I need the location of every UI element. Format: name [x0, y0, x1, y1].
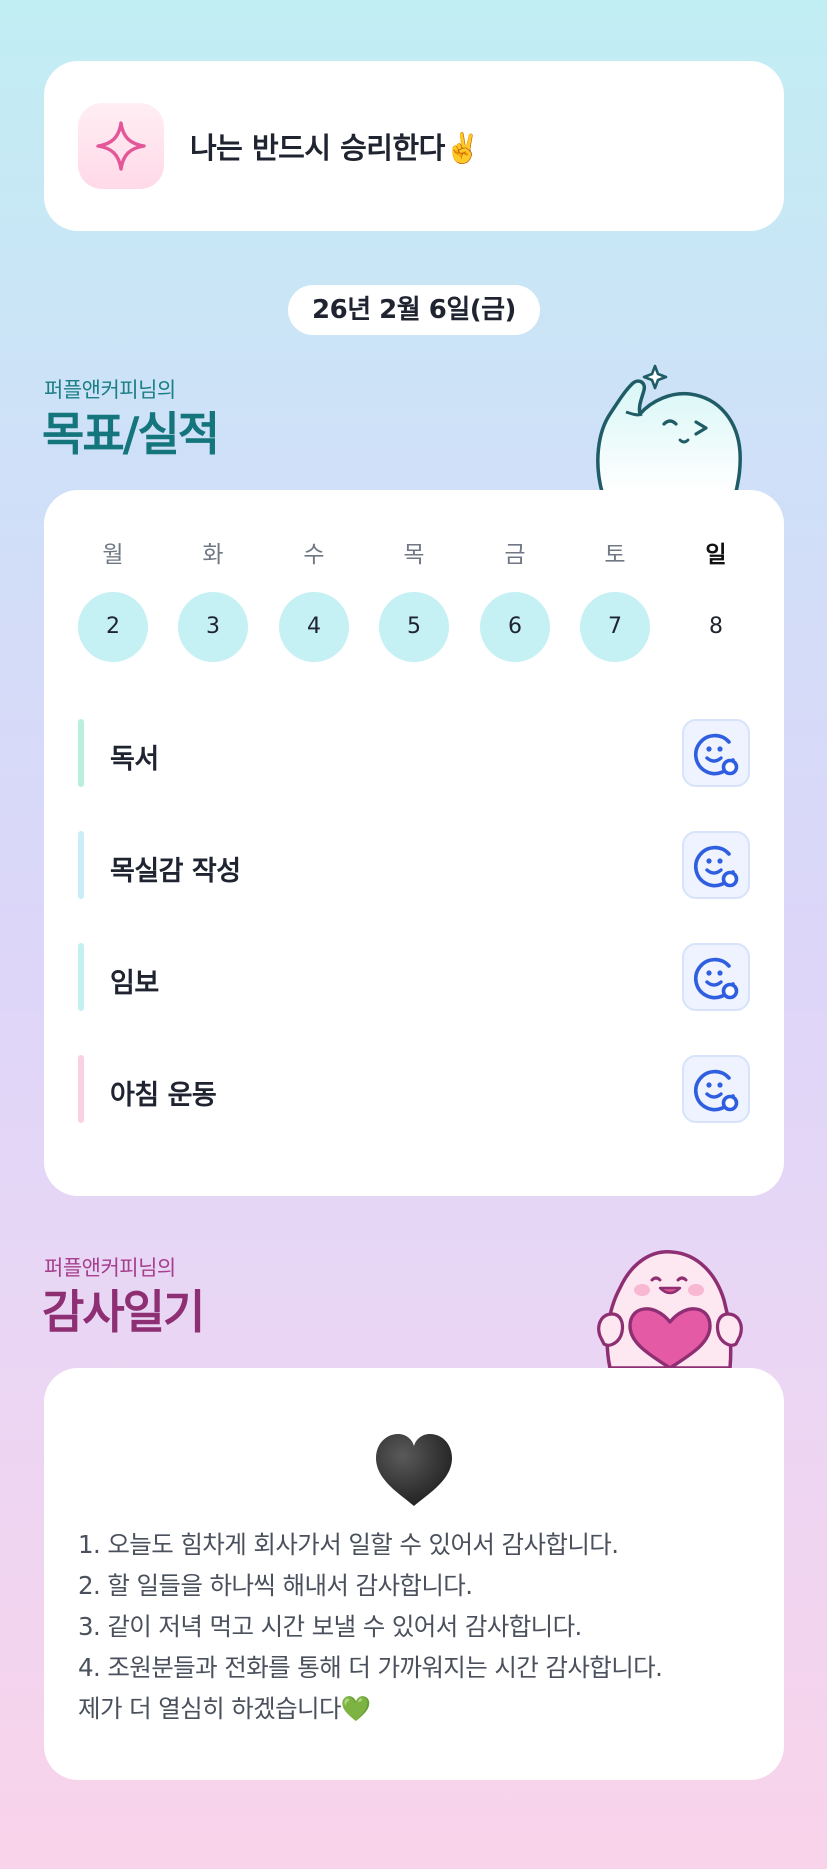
- task-color-bar: [78, 1055, 84, 1123]
- motto-card[interactable]: 나는 반드시 승리한다✌️: [44, 61, 784, 231]
- task-item[interactable]: 목실감 작성: [78, 829, 750, 901]
- task-name: 독서: [110, 744, 159, 775]
- task-color-bar: [78, 943, 84, 1011]
- day-label: 일: [705, 542, 727, 568]
- day-number[interactable]: 7: [580, 592, 650, 662]
- day-tue[interactable]: 화 3: [178, 540, 248, 662]
- thanks-entry: 1. 오늘도 힘차게 회사가서 일할 수 있어서 감사합니다.: [78, 1530, 619, 1559]
- thanks-entry: 4. 조원분들과 전화를 통해 더 가까워지는 시간 감사합니다.: [78, 1653, 663, 1682]
- thanks-entry: 3. 같이 저녁 먹고 시간 보낼 수 있어서 감사합니다.: [78, 1612, 582, 1641]
- thanks-closing: 제가 더 열심히 하겠습니다💚: [78, 1688, 768, 1729]
- mascot-illustration: [596, 364, 742, 492]
- day-number[interactable]: 8: [681, 592, 751, 662]
- day-mon[interactable]: 월 2: [78, 540, 148, 662]
- task-name: 임보: [110, 968, 159, 999]
- day-label: 목: [403, 542, 425, 568]
- task-item[interactable]: 아침 운동: [78, 1053, 750, 1125]
- mascot-heart-illustration: [597, 1250, 743, 1368]
- thanks-title: 감사일기: [42, 1285, 205, 1339]
- motto-text: 나는 반드시 승리한다✌️: [190, 131, 481, 165]
- day-number[interactable]: 3: [178, 592, 248, 662]
- victory-hand-icon: ✌️: [444, 131, 481, 165]
- add-reaction-button[interactable]: [682, 1055, 750, 1123]
- day-sun[interactable]: 일 8: [681, 540, 751, 639]
- task-name: 아침 운동: [110, 1080, 217, 1111]
- thanks-card: 1. 오늘도 힘차게 회사가서 일할 수 있어서 감사합니다. 2. 할 일들을…: [44, 1368, 784, 1780]
- smiley-add-icon: [693, 733, 739, 776]
- day-label: 수: [303, 542, 325, 568]
- day-label: 금: [504, 542, 526, 568]
- day-number[interactable]: 5: [379, 592, 449, 662]
- task-name: 목실감 작성: [110, 856, 241, 887]
- day-wed[interactable]: 수 4: [279, 540, 349, 662]
- smiley-add-icon: [693, 845, 739, 888]
- task-color-bar: [78, 831, 84, 899]
- task-color-bar: [78, 719, 84, 787]
- day-label: 토: [604, 542, 626, 568]
- day-thu[interactable]: 목 5: [379, 540, 449, 662]
- task-item[interactable]: 임보: [78, 941, 750, 1013]
- smiley-add-icon: [693, 1069, 739, 1112]
- day-label: 월: [102, 542, 124, 568]
- green-heart-icon: 💚: [340, 1694, 372, 1723]
- task-item[interactable]: 독서: [78, 717, 750, 789]
- sparkle-icon: [78, 103, 164, 189]
- add-reaction-button[interactable]: [682, 719, 750, 787]
- black-heart-icon: [376, 1434, 452, 1506]
- thanks-entry: 2. 할 일들을 하나씩 해내서 감사합니다.: [78, 1571, 473, 1600]
- add-reaction-button[interactable]: [682, 943, 750, 1011]
- day-number[interactable]: 6: [480, 592, 550, 662]
- add-reaction-button[interactable]: [682, 831, 750, 899]
- day-fri[interactable]: 금 6: [480, 540, 550, 662]
- day-number[interactable]: 4: [279, 592, 349, 662]
- goals-card: 월 2 화 3 수 4 목 5 금 6 토 7 일 8 독서 목실감 작성 임보…: [44, 490, 784, 1196]
- day-label: 화: [202, 542, 224, 568]
- date-pill[interactable]: 26년 2월 6일(금): [288, 285, 540, 335]
- smiley-add-icon: [693, 957, 739, 1000]
- goals-title: 목표/실적: [42, 407, 220, 461]
- thanks-entries: 1. 오늘도 힘차게 회사가서 일할 수 있어서 감사합니다. 2. 할 일들을…: [78, 1524, 768, 1729]
- thanks-closing-text: 제가 더 열심히 하겠습니다: [78, 1694, 342, 1723]
- day-number[interactable]: 2: [78, 592, 148, 662]
- day-sat[interactable]: 토 7: [580, 540, 650, 662]
